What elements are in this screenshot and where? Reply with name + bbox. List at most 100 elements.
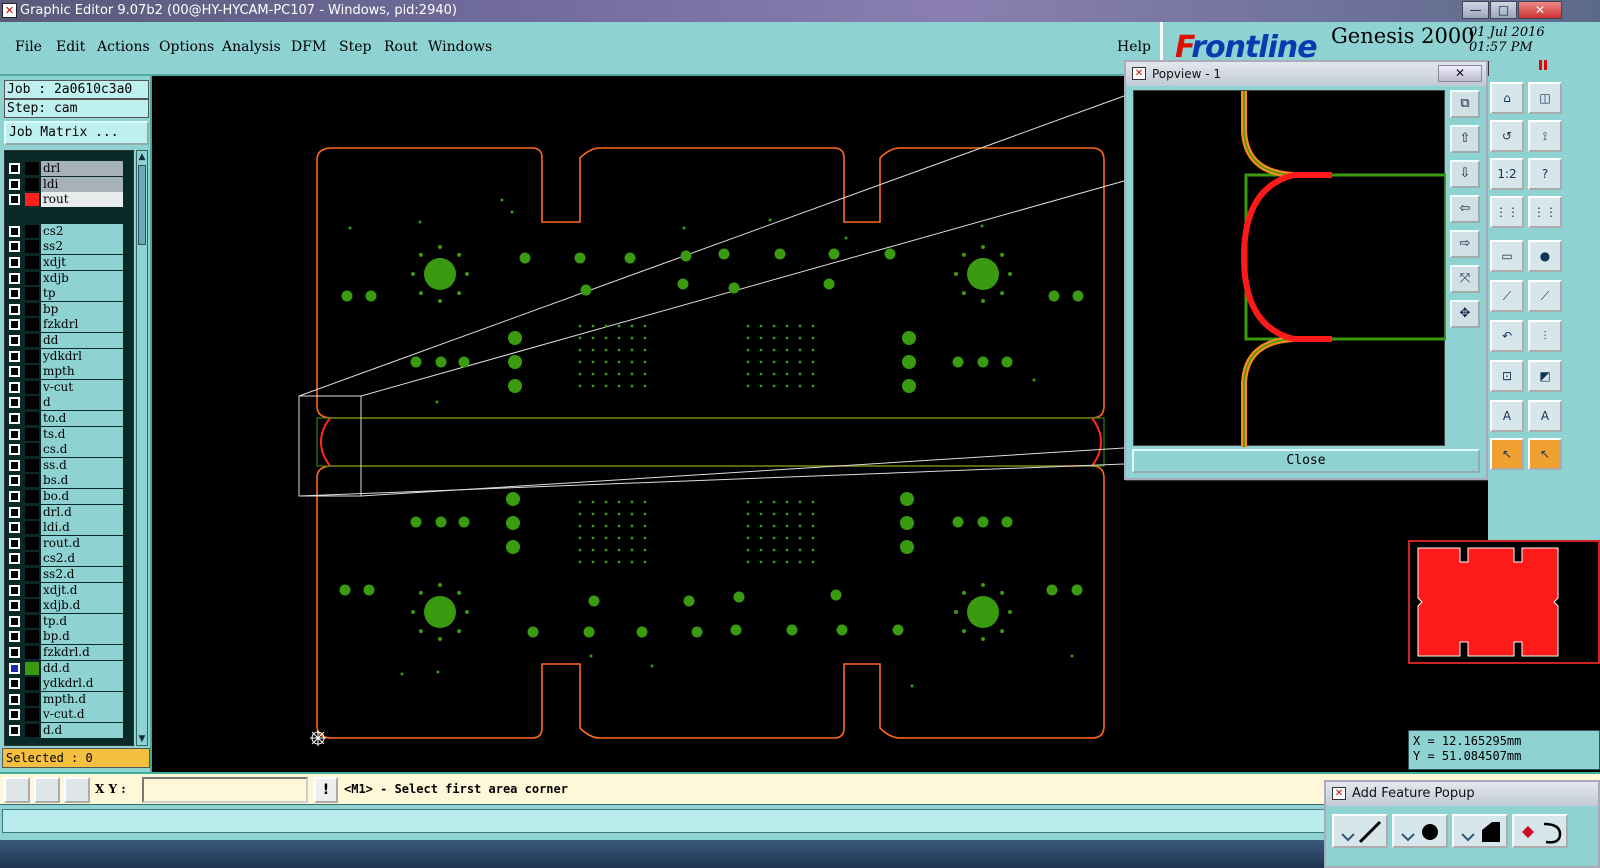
close-button[interactable]: ✕ (1518, 1, 1562, 19)
layer-name[interactable]: mpth.d (41, 691, 123, 707)
layer-row-bs-d[interactable]: bs.d (5, 473, 133, 489)
ruler-icon[interactable]: ▭ (1490, 240, 1524, 272)
layer-name[interactable]: dd (41, 333, 123, 348)
pointer-icon[interactable]: ↖ (1490, 438, 1524, 470)
layer-checkbox[interactable] (9, 522, 20, 534)
layer-name[interactable]: tp.d (41, 613, 123, 629)
zoom-center-icon[interactable]: ✥ (1450, 300, 1480, 328)
snap-edit-icon[interactable] (34, 777, 60, 803)
menu-edit[interactable]: Edit (56, 39, 85, 55)
window-layout-icon[interactable]: ◫ (1528, 82, 1562, 114)
layer-color-swatch[interactable] (25, 349, 39, 363)
layer-color-swatch[interactable] (25, 536, 39, 550)
home-icon[interactable]: ⌂ (1490, 82, 1524, 114)
pad-select-icon[interactable]: ● (1528, 240, 1562, 272)
layer-color-swatch[interactable] (25, 692, 39, 706)
layer-color-swatch[interactable] (25, 365, 39, 379)
layer-color-swatch[interactable] (25, 677, 39, 691)
layer-color-swatch[interactable] (25, 458, 39, 472)
layer-color-swatch[interactable] (25, 412, 39, 425)
layer-row-ydkdrl[interactable]: ydkdrl (5, 348, 133, 364)
step-icon[interactable]: ⟟ (1528, 120, 1562, 152)
layer-name[interactable]: d.d (41, 723, 123, 738)
layer-row-ss2[interactable]: ss2 (5, 239, 133, 255)
layer-checkbox[interactable] (9, 693, 20, 705)
layer-color-swatch[interactable] (25, 552, 39, 566)
layer-name[interactable]: bp (41, 301, 123, 317)
layer-color-swatch[interactable] (25, 271, 39, 285)
layer-name[interactable]: fzkdrl.d (41, 645, 123, 660)
layer-name[interactable]: rout.d (41, 535, 123, 551)
layer-checkbox[interactable] (9, 163, 20, 174)
layer-checkbox[interactable] (9, 709, 20, 721)
layer-row-dd-d[interactable]: dd.d (5, 660, 133, 676)
overview-minimap[interactable] (1408, 540, 1600, 664)
layer-row-v-cut[interactable]: v-cut (5, 379, 133, 395)
layer-color-swatch[interactable] (25, 177, 39, 191)
layer-name[interactable]: xdjb (41, 270, 123, 286)
layer-row-mpth[interactable]: mpth (5, 364, 133, 380)
layer-checkbox[interactable] (9, 584, 20, 596)
layer-checkbox[interactable] (9, 288, 20, 300)
layer-color-swatch[interactable] (25, 505, 39, 519)
layer-name[interactable]: drl.d (41, 504, 123, 520)
layer-color-swatch[interactable] (25, 256, 39, 269)
layer-checkbox[interactable] (9, 615, 20, 627)
layer-checkbox[interactable] (9, 506, 20, 518)
layer-row-bp-d[interactable]: bp.d (5, 629, 133, 645)
layer-name[interactable]: to.d (41, 411, 123, 426)
layer-name[interactable]: ldi.d (41, 520, 123, 536)
layer-list[interactable]: drl ldi rout cs2 ss2 xdjt xdjb tp bp fzkdrl dd ydkd… (4, 150, 134, 746)
layer-checkbox[interactable] (9, 678, 20, 690)
layer-checkbox[interactable] (9, 381, 20, 393)
layer-name[interactable]: cs2 (41, 223, 123, 239)
layer-checkbox[interactable] (9, 631, 20, 643)
layer-compare-alt-icon[interactable]: ⋮⋮ (1528, 196, 1562, 228)
layer-name[interactable]: d (41, 395, 123, 411)
layer-checkbox[interactable] (9, 444, 20, 456)
zoom-home-icon[interactable]: ⧉ (1450, 90, 1480, 118)
layer-row-to-d[interactable]: to.d (5, 411, 133, 426)
scale-icon[interactable]: 1:2 (1490, 158, 1524, 190)
grid-icon[interactable] (64, 777, 90, 803)
popview-titlebar[interactable]: ✕ Popview - 1 ✕ (1126, 62, 1486, 86)
layer-checkbox[interactable] (9, 257, 20, 268)
layer-row-xdjt[interactable]: xdjt (5, 255, 133, 270)
layer-row-bo-d[interactable]: bo.d (5, 489, 133, 504)
layer-row-d-d[interactable]: d.d (5, 723, 133, 738)
popview-close-button[interactable]: Close (1132, 449, 1480, 473)
layer-name[interactable]: drl (41, 161, 123, 176)
layer-color-swatch[interactable] (25, 396, 39, 410)
layer-row-drl-d[interactable]: drl.d (5, 504, 133, 520)
popview-window[interactable]: ✕ Popview - 1 ✕ ⧉ ⇧ ⇩ ⇦ ⇨ ⤧ ✥ Close (1124, 60, 1488, 480)
layer-row-xdjb[interactable]: xdjb (5, 270, 133, 286)
layer-name[interactable]: bo.d (41, 489, 123, 504)
layer-row-xdjt-d[interactable]: xdjt.d (5, 582, 133, 598)
layer-name[interactable]: xdjt.d (41, 582, 123, 598)
rotate-view-icon[interactable]: ↺ (1490, 120, 1524, 152)
layer-row-ydkdrl-d[interactable]: ydkdrl.d (5, 676, 133, 692)
layer-name[interactable]: rout (41, 192, 123, 208)
layer-color-swatch[interactable] (25, 599, 39, 613)
layer-row-dd[interactable]: dd (5, 333, 133, 348)
snap-grid-icon[interactable] (4, 777, 30, 803)
mirror-icon[interactable]: ⫶ (1528, 320, 1562, 352)
layer-row-xdjb-d[interactable]: xdjb.d (5, 598, 133, 614)
layer-checkbox[interactable] (9, 647, 20, 658)
scroll-down-icon[interactable]: ▼ (137, 733, 147, 745)
outline-alt-icon[interactable]: A (1528, 400, 1562, 432)
scroll-thumb[interactable] (138, 165, 146, 245)
layer-row-ss-d[interactable]: ss.d (5, 457, 133, 473)
layer-checkbox[interactable] (9, 600, 20, 612)
layer-color-swatch[interactable] (25, 708, 39, 722)
layer-row-rout-d[interactable]: rout.d (5, 535, 133, 551)
layer-name[interactable]: bp.d (41, 629, 123, 645)
menu-help[interactable]: Help (1117, 39, 1151, 55)
pan-left-icon[interactable]: ⇦ (1450, 195, 1480, 223)
layer-color-swatch[interactable] (25, 614, 39, 628)
layer-name[interactable]: bs.d (41, 473, 123, 489)
layer-row-rout[interactable]: rout (5, 192, 133, 208)
layer-name[interactable]: ss2.d (41, 567, 123, 582)
layer-scrollbar[interactable]: ▲ ▼ (136, 150, 148, 746)
layer-checkbox[interactable] (9, 272, 20, 284)
